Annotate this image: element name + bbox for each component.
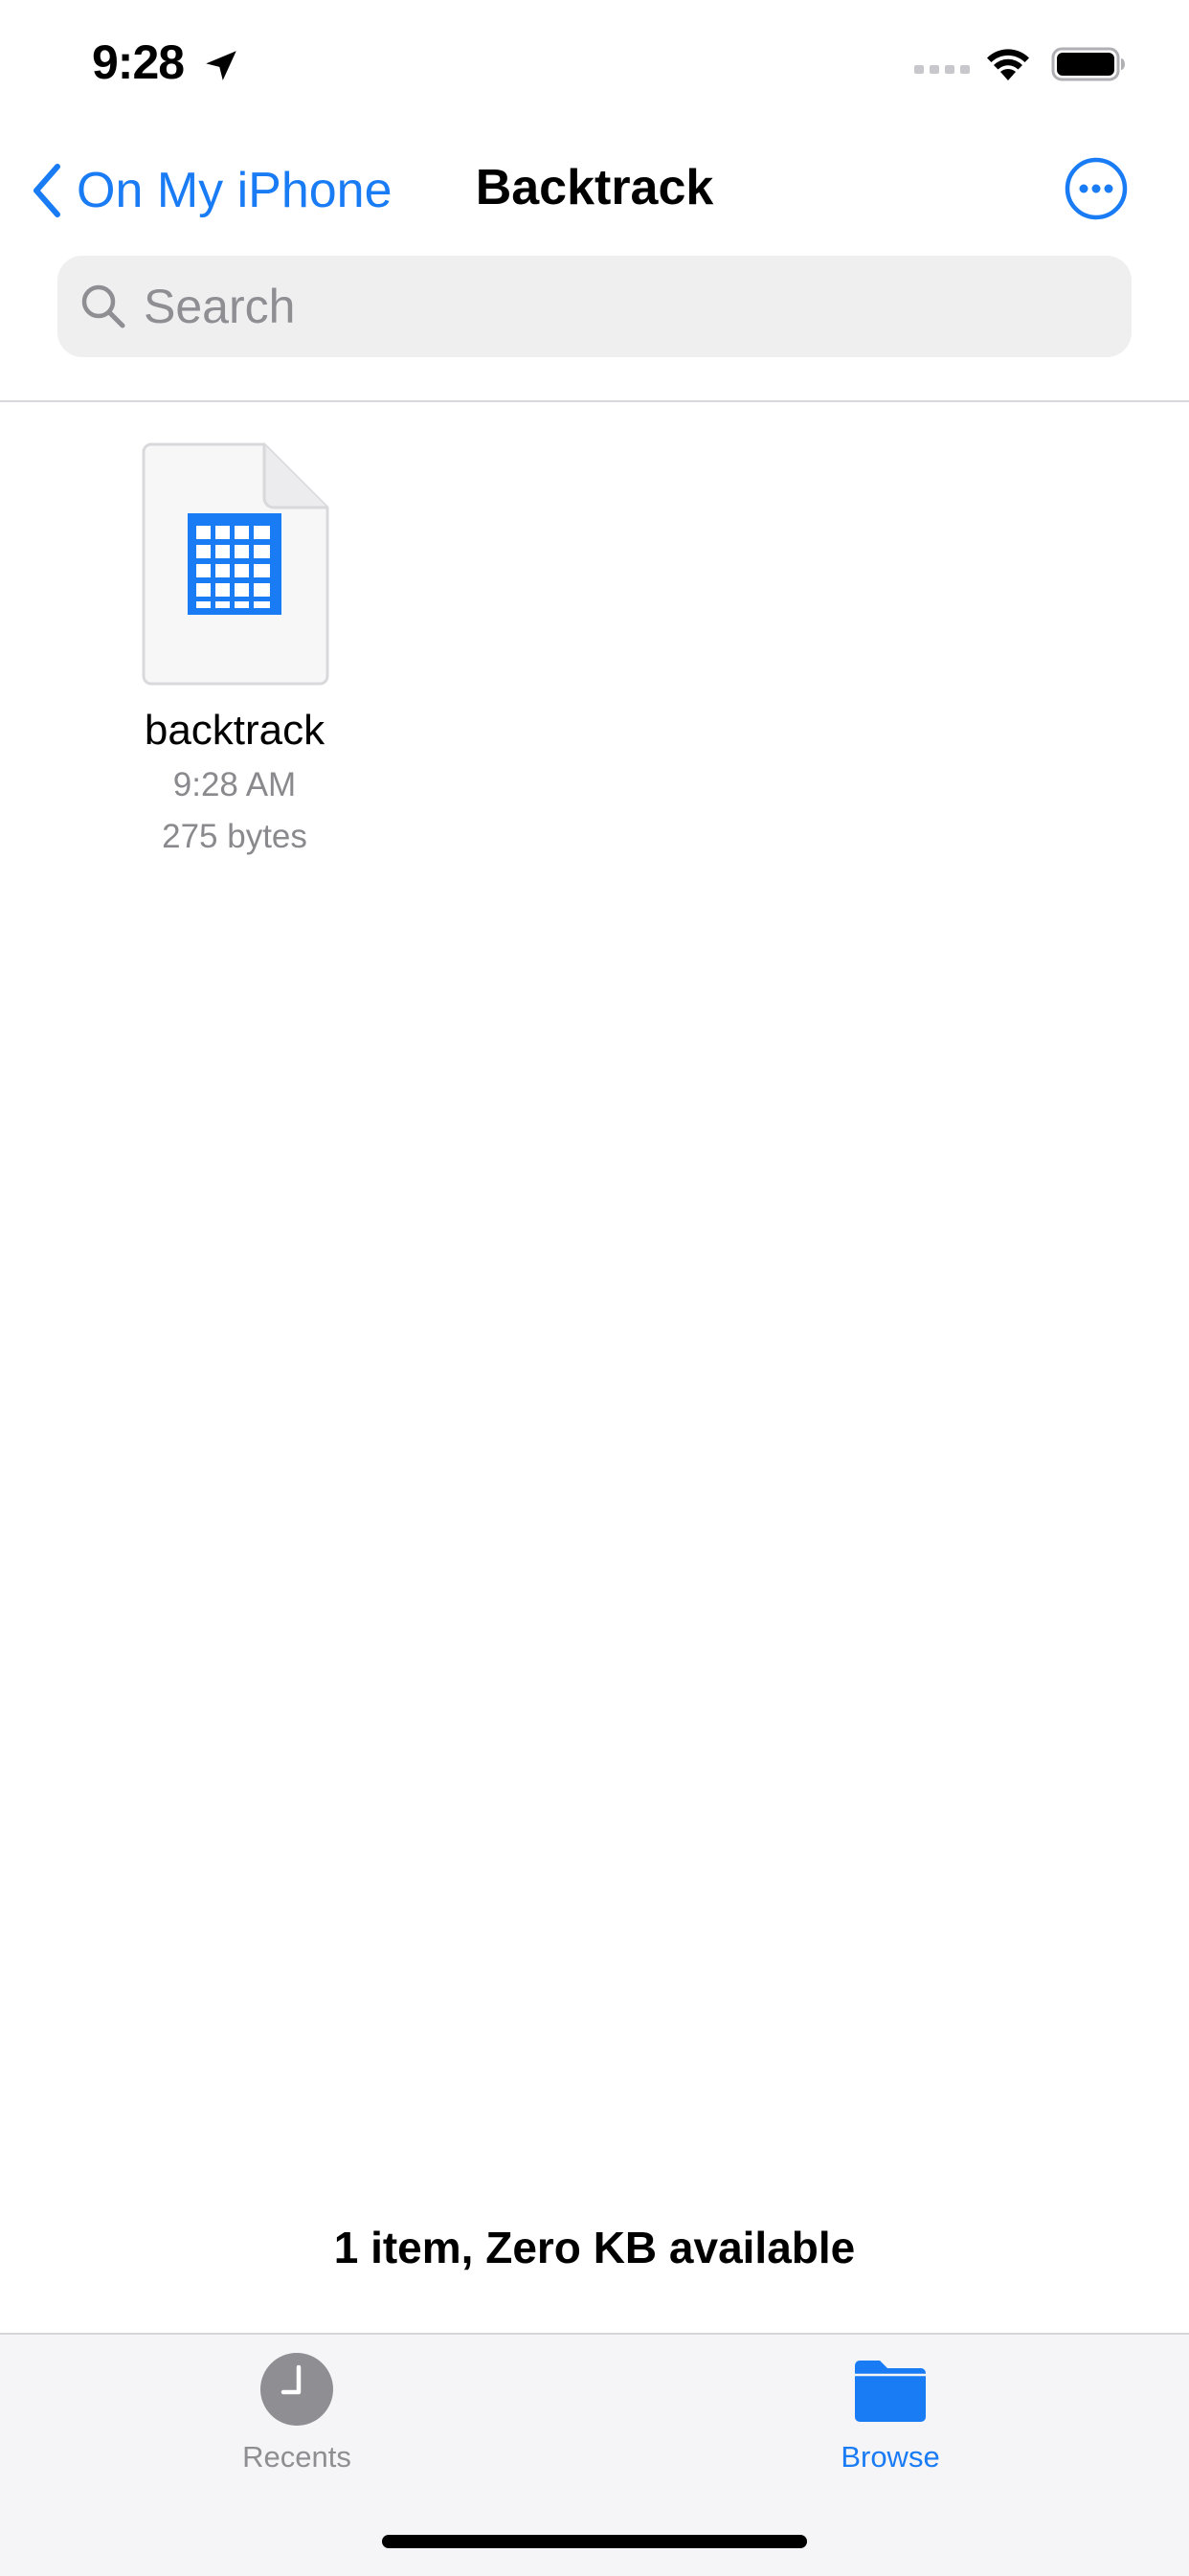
tab-browse[interactable]: Browse <box>766 2352 1015 2474</box>
spreadsheet-icon <box>142 442 329 686</box>
file-name: backtrack <box>144 707 325 754</box>
tab-recents[interactable]: Recents <box>172 2352 421 2474</box>
status-time: 9:28 <box>92 35 185 89</box>
clock-icon <box>260 2353 333 2426</box>
cellular-signal-icon <box>914 65 970 74</box>
back-button-label: On My iPhone <box>77 163 393 218</box>
storage-status: 1 item, Zero KB available <box>333 2223 856 2272</box>
battery-icon <box>1051 47 1125 81</box>
back-button[interactable]: On My iPhone <box>31 157 393 224</box>
search-bar[interactable] <box>57 256 1132 357</box>
tab-recents-label: Recents <box>242 2440 351 2474</box>
search-icon <box>81 284 125 328</box>
ellipsis-circle-icon[interactable] <box>1065 157 1128 220</box>
folder-icon <box>855 2361 926 2422</box>
location-arrow-icon <box>206 51 236 80</box>
chevron-left-icon <box>34 164 60 217</box>
tab-browse-label: Browse <box>841 2440 940 2474</box>
home-indicator <box>382 2535 807 2548</box>
file-size: 275 bytes <box>162 818 307 855</box>
file-modified: 9:28 AM <box>172 766 297 803</box>
header-divider <box>0 400 1189 402</box>
wifi-icon <box>987 49 1029 80</box>
file-item[interactable]: backtrack 9:28 AM 275 bytes <box>124 442 345 856</box>
search-input[interactable] <box>142 278 1007 335</box>
